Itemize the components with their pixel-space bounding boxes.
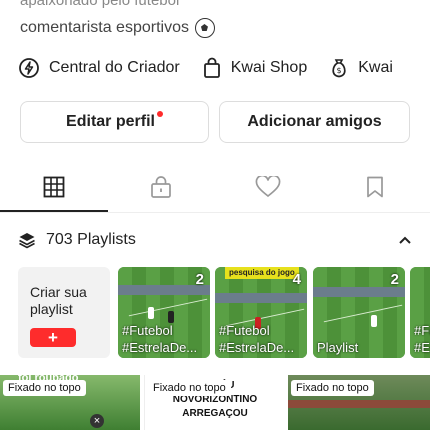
- lightning-circle-icon: [19, 58, 39, 78]
- add-friends-label: Adicionar amigos: [247, 113, 382, 130]
- playlist-count: 4: [292, 271, 301, 288]
- playlist-card[interactable]: pesquisa do jogo 4 #Futebol #EstrelaDe..…: [215, 267, 307, 358]
- kwai-money-link[interactable]: $ Kwai: [329, 57, 393, 79]
- video-overlay-text: pesquisa do jogo: [225, 267, 299, 279]
- tab-saved[interactable]: [321, 160, 428, 214]
- video-thumbnail[interactable]: foi roubado Fixado no topo: [0, 375, 140, 430]
- tab-private[interactable]: [107, 160, 214, 214]
- chevron-up-icon[interactable]: [398, 235, 412, 245]
- playlist-count: 2: [390, 271, 399, 288]
- edit-profile-label: Editar perfil: [66, 113, 155, 130]
- video-thumbnail[interactable]: NO CÉU NOVORIZONTINO ARREGAÇOU Fixado no…: [144, 375, 285, 430]
- creator-center-label: Central do Criador: [49, 59, 180, 76]
- playlists-header[interactable]: 703 Playlists: [18, 229, 412, 251]
- video-thumbnail[interactable]: Fixado no topo: [288, 375, 430, 430]
- pinned-badge: Fixado no topo: [148, 380, 231, 396]
- layers-icon: [19, 233, 35, 249]
- profile-header-partial: apaixonado pelo futebol: [20, 0, 180, 9]
- heart-icon: [255, 176, 280, 198]
- kwai-shop-link[interactable]: Kwai Shop: [202, 57, 308, 79]
- soccer-ball-icon: [194, 18, 215, 38]
- create-playlist-button[interactable]: +: [30, 328, 76, 347]
- playlist-card[interactable]: 2 Playlist: [313, 267, 405, 358]
- pinned-badge: Fixado no topo: [3, 380, 86, 396]
- notification-dot: [156, 111, 163, 117]
- tab-posts[interactable]: [0, 160, 107, 214]
- grid-icon: [43, 176, 64, 198]
- shopping-bag-icon: [203, 57, 220, 78]
- svg-text:$: $: [337, 66, 342, 75]
- money-bag-icon: $: [332, 59, 346, 78]
- tabs-divider: [0, 212, 430, 213]
- profile-tabs: [0, 160, 430, 214]
- edit-profile-button[interactable]: Editar perfil: [20, 101, 209, 143]
- playlist-caption: #Futebol #EstrelaDe...: [122, 323, 198, 355]
- playlist-card[interactable]: 2 #Futebol #EstrelaDe...: [118, 267, 210, 358]
- create-playlist-card[interactable]: Criar sua playlist +: [18, 267, 110, 358]
- bookmark-icon: [366, 176, 383, 198]
- playlist-caption: #Fu #Es: [414, 323, 430, 355]
- close-icon[interactable]: ×: [90, 414, 104, 428]
- playlist-caption: #Futebol #EstrelaDe...: [219, 323, 295, 355]
- profile-bio: comentarista esportivos: [20, 18, 215, 38]
- bio-text: comentarista esportivos: [20, 19, 189, 36]
- create-playlist-label: Criar sua playlist: [30, 284, 87, 317]
- playlist-count: 2: [195, 271, 204, 288]
- profile-links: Central do Criador Kwai Shop $ Kwai: [18, 57, 415, 79]
- kwai-money-label: Kwai: [358, 59, 393, 76]
- playlist-caption: Playlist: [317, 340, 359, 355]
- add-friends-button[interactable]: Adicionar amigos: [219, 101, 410, 143]
- lock-icon: [150, 176, 171, 198]
- creator-center-link[interactable]: Central do Criador: [18, 57, 180, 79]
- playlists-count: 703 Playlists: [46, 231, 136, 248]
- pinned-badge: Fixado no topo: [291, 380, 374, 396]
- playlist-card[interactable]: #Fu #Es: [410, 267, 430, 358]
- tab-liked[interactable]: [214, 160, 321, 214]
- kwai-shop-label: Kwai Shop: [230, 59, 308, 76]
